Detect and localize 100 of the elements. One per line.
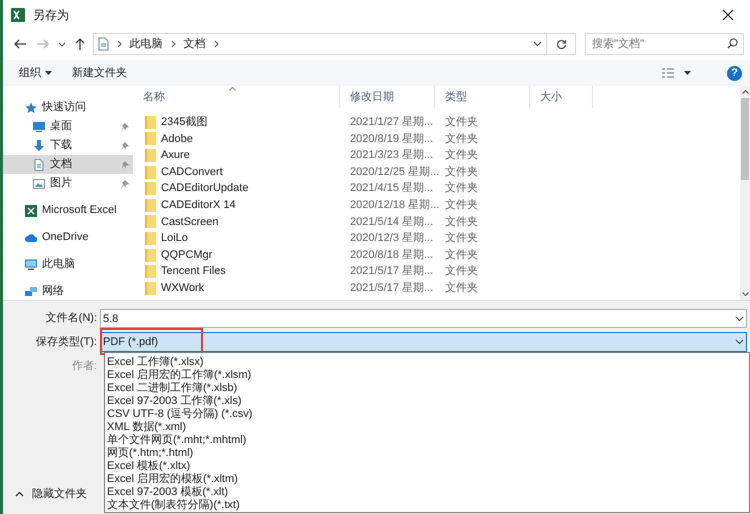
- type-cell: 文件夹: [445, 199, 478, 212]
- picture-icon: [33, 178, 45, 190]
- back-arrow-icon: [14, 39, 28, 49]
- date-cell: 2020/8/19 星期...: [350, 132, 434, 145]
- caret-icon: [45, 71, 52, 75]
- list-view-icon: [662, 68, 674, 78]
- date-cell: 2021/5/14 星期...: [350, 216, 434, 228]
- field-label: 文件名(N):: [44, 310, 98, 326]
- file-name[interactable]: QQPCMgr: [161, 246, 212, 264]
- address-bar[interactable]: 此电脑 文档: [92, 33, 548, 55]
- sidebar-item[interactable]: 文档: [3, 155, 133, 174]
- chevron-up-icon: [15, 490, 24, 497]
- file-name[interactable]: WXWork: [161, 280, 204, 296]
- dropdown-option[interactable]: CSV UTF-8 (逗号分隔) (*.csv): [107, 408, 252, 421]
- chevron-right-icon: [214, 40, 219, 48]
- file-name[interactable]: Adobe: [161, 130, 193, 148]
- date-cell: 2020/12/3 星期...: [350, 232, 434, 244]
- sidebar-item[interactable]: 快速访问: [3, 98, 133, 117]
- file-name[interactable]: CADEditorUpdate: [161, 180, 248, 197]
- dropdown-option[interactable]: 文本文件(制表符分隔)(*.txt): [107, 499, 240, 512]
- folder-icon: [145, 282, 156, 295]
- date-cell: 2020/12/25 星期...: [350, 166, 440, 178]
- date-cell: 2021/5/17 星期...: [350, 265, 434, 278]
- folder-icon: [145, 116, 156, 129]
- caret-icon[interactable]: [533, 41, 542, 47]
- date-cell: 2020/8/18 星期...: [350, 248, 434, 261]
- dropdown-option[interactable]: Excel 97-2003 工作簿(*.xls): [107, 395, 242, 408]
- caret-icon: [735, 339, 744, 345]
- type-cell: 文件夹: [445, 166, 478, 178]
- sidebar-item[interactable]: 图片: [3, 174, 133, 193]
- excel-logo-icon: [11, 8, 25, 22]
- type-cell: 文件夹: [445, 265, 478, 278]
- caret-icon: [684, 71, 691, 75]
- type-cell: 文件夹: [445, 149, 478, 162]
- save-type-list[interactable]: [104, 352, 750, 513]
- file-name[interactable]: LoiLo: [161, 230, 188, 247]
- type-cell: 文件夹: [445, 116, 478, 128]
- new-folder-button[interactable]: 新建文件夹: [72, 64, 127, 82]
- dropdown-option[interactable]: Excel 二进制工作簿(*.xlsb): [107, 382, 238, 395]
- filename-field[interactable]: 5.8: [100, 309, 747, 328]
- network-icon: [25, 286, 37, 298]
- column-header[interactable]: 类型: [435, 86, 530, 108]
- organize-menu-button[interactable]: 组织: [19, 64, 52, 82]
- date-cell: 2021/1/27 星期...: [350, 116, 434, 128]
- view-options-button[interactable]: [662, 68, 691, 78]
- close-icon: [722, 9, 734, 21]
- excel-logo-icon: [25, 204, 37, 216]
- date-cell: 2021/5/17 星期...: [350, 282, 434, 294]
- scroll-up-icon: [742, 90, 748, 94]
- up-arrow-icon: [74, 38, 85, 50]
- file-name[interactable]: 2345截图: [161, 114, 208, 131]
- hide-folders-button[interactable]: 隐藏文件夹: [3, 486, 87, 502]
- dropdown-option[interactable]: Excel 启用宏的工作簿(*.xlsm): [107, 369, 252, 382]
- dropdown-option[interactable]: 单个文件网页(*.mht;*.mhtml): [107, 434, 246, 447]
- caret-icon: [735, 316, 744, 322]
- file-name[interactable]: Tencent Files: [161, 263, 226, 280]
- caret-icon: [58, 42, 66, 46]
- type-cell: 文件夹: [445, 132, 478, 145]
- document-icon: [98, 37, 109, 51]
- scrollbar-thumb[interactable]: [741, 98, 749, 180]
- column-header[interactable]: 修改日期: [340, 86, 435, 108]
- column-header[interactable]: 大小: [530, 86, 593, 108]
- help-button[interactable]: ?: [727, 66, 742, 80]
- scrollbar[interactable]: [740, 86, 750, 300]
- refresh-icon: [556, 38, 567, 50]
- forward-arrow-icon: [36, 39, 50, 49]
- dropdown-option[interactable]: Excel 启用宏的模板(*.xltm): [107, 473, 238, 486]
- chevron-right-icon: [116, 40, 122, 48]
- breadcrumb-item[interactable]: 此电脑: [130, 36, 163, 52]
- file-name[interactable]: Axure: [161, 147, 190, 164]
- scroll-down-icon: [742, 292, 748, 296]
- sidebar-item[interactable]: 下载: [3, 136, 133, 155]
- computer-icon: [25, 258, 37, 270]
- sidebar-item[interactable]: Microsoft Excel: [3, 201, 133, 220]
- sidebar-item[interactable]: 网络: [3, 282, 133, 301]
- file-name[interactable]: CastScreen: [161, 214, 218, 230]
- dropdown-option[interactable]: XML 数据(*.xml): [107, 421, 186, 434]
- dropdown-option[interactable]: Excel 工作簿(*.xlsx): [107, 356, 204, 369]
- type-cell: 文件夹: [445, 216, 478, 228]
- file-name[interactable]: CADConvert: [161, 164, 223, 180]
- document-icon: [33, 158, 45, 170]
- dropdown-option[interactable]: Excel 97-2003 模板(*.xlt): [107, 486, 228, 499]
- cloud-icon: [25, 232, 37, 244]
- sidebar-item[interactable]: 桌面: [3, 117, 133, 136]
- folder-icon: [145, 132, 156, 146]
- folder-icon: [145, 198, 156, 212]
- save-type-dropdown[interactable]: PDF (*.pdf): [100, 332, 747, 352]
- sidebar-item[interactable]: 此电脑: [3, 255, 133, 274]
- type-cell: 文件夹: [445, 282, 478, 294]
- breadcrumb-item[interactable]: 文档: [184, 36, 206, 52]
- file-name[interactable]: CADEditorX 14: [161, 197, 236, 214]
- dropdown-option[interactable]: Excel 模板(*.xltx): [107, 460, 190, 473]
- sidebar-item[interactable]: OneDrive: [3, 228, 133, 247]
- date-cell: 2021/4/15 星期...: [350, 182, 434, 194]
- chevron-right-icon: [170, 40, 176, 48]
- column-header[interactable]: 名称: [133, 86, 340, 108]
- search-field[interactable]: 搜索"文档": [585, 33, 744, 55]
- dropdown-option[interactable]: 网页(*.htm;*.html): [107, 447, 194, 460]
- star-icon: [25, 102, 37, 114]
- refresh-button[interactable]: [546, 33, 576, 55]
